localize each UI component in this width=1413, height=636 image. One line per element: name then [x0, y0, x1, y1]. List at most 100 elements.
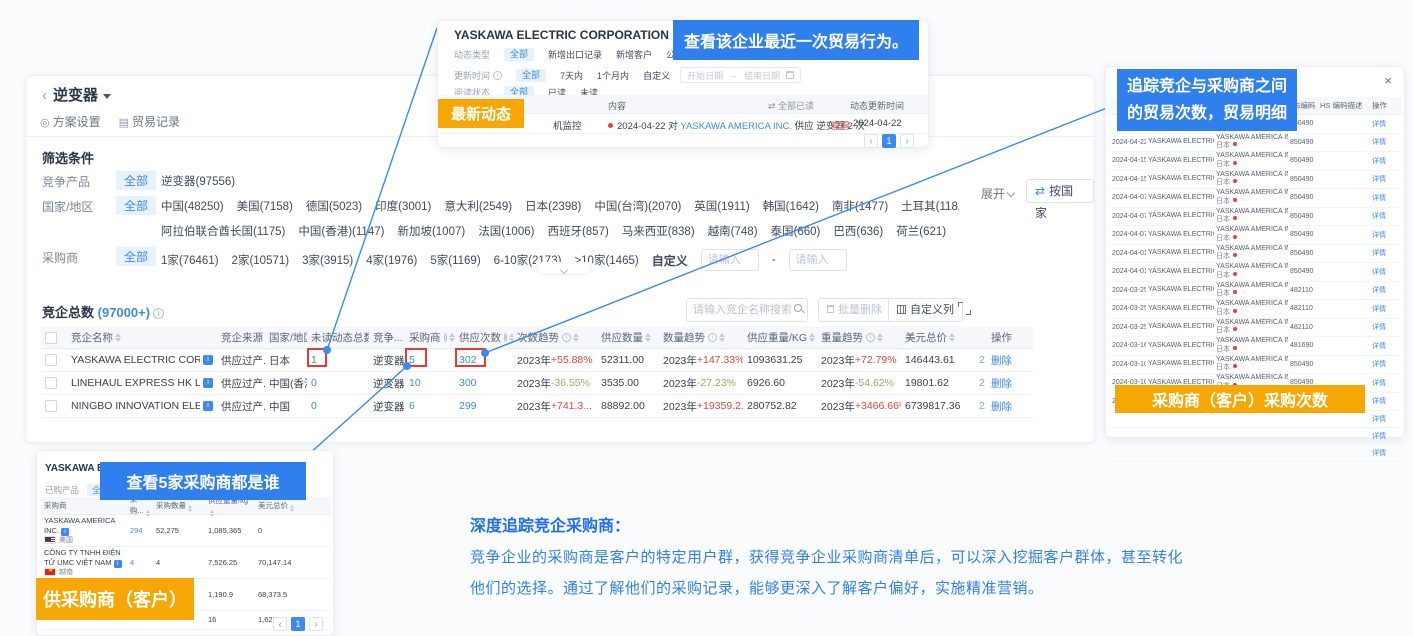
- detail-link[interactable]: 详情: [1372, 398, 1386, 405]
- view-link[interactable]: 查看: [831, 118, 850, 132]
- sort-icon[interactable]: [188, 505, 192, 512]
- exporter-name[interactable]: YASKAWA ELECTRIC CORP...: [1148, 342, 1214, 349]
- country-item[interactable]: 越南(748): [708, 223, 758, 239]
- buyers-value[interactable]: 6: [409, 400, 415, 412]
- country-item[interactable]: 新加坡(1007): [397, 223, 465, 239]
- detail-link[interactable]: 详情: [1372, 324, 1386, 331]
- buyer-count-item[interactable]: 2家(10571): [232, 252, 290, 268]
- detail-link[interactable]: 详情: [1372, 416, 1386, 423]
- detail-link[interactable]: 详情: [1372, 269, 1386, 276]
- detail-link[interactable]: 详情: [1372, 121, 1386, 128]
- prev-page-button[interactable]: ‹: [864, 134, 878, 148]
- row-checkbox[interactable]: [45, 400, 57, 412]
- custom-min-input[interactable]: 请输入: [701, 249, 759, 271]
- product-item[interactable]: 逆变器(97556): [161, 173, 235, 189]
- trade-row[interactable]: 2024-04-07YASKAWA ELECTRIC CORP...iYASKA…: [1110, 189, 1402, 208]
- importer-name[interactable]: YASKAWA AMERICA INC.i: [1216, 319, 1286, 328]
- importer-name[interactable]: YASKAWA AMERICA INC.i: [1216, 189, 1286, 198]
- country-item[interactable]: 韩国(1642): [763, 198, 819, 214]
- country-item[interactable]: 南非(1477): [832, 198, 888, 214]
- sort-icon[interactable]: [645, 333, 651, 342]
- country-item[interactable]: 德国(5023): [306, 198, 362, 214]
- company-detail-icon[interactable]: i: [114, 560, 122, 568]
- detail-link[interactable]: 详情: [1372, 232, 1386, 239]
- sort-icon[interactable]: [290, 505, 294, 512]
- delete-link[interactable]: 删除: [991, 353, 1012, 368]
- country-item[interactable]: 法国(1006): [478, 223, 534, 239]
- exporter-name[interactable]: YASKAWA ELECTRIC CORP...: [1148, 157, 1214, 164]
- buyer-row[interactable]: CÔNG TY TNHH ĐIỆN TỬ UMC VIỆT NAMi越南447,…: [41, 547, 331, 579]
- filter-item[interactable]: 新增出口记录: [548, 48, 602, 61]
- buyer-count-item[interactable]: 3家(3915): [302, 252, 353, 268]
- trade-row[interactable]: 2024-03-16YASKAWA ELECTRIC CORP...iYASKA…: [1110, 337, 1402, 356]
- exporter-name[interactable]: YASKAWA ELECTRIC CORP...: [1148, 360, 1214, 367]
- trade-row[interactable]: 2024-04-01YASKAWA ELECTRIC CORP...iYASKA…: [1110, 245, 1402, 264]
- trade-row[interactable]: 详情: [1110, 411, 1402, 428]
- exporter-name[interactable]: YASKAWA ELECTRIC CORP...: [1148, 323, 1214, 330]
- country-item[interactable]: 西班牙(857): [547, 223, 608, 239]
- all-chip[interactable]: 全部: [504, 48, 534, 61]
- trade-row[interactable]: 2024-04-07YASKAWA ELECTRIC CORP...iYASKA…: [1110, 208, 1402, 227]
- importer-name[interactable]: YASKAWA AMERICA INC.i: [1216, 263, 1286, 272]
- buyer-row[interactable]: YASKAWA AMERICA INC.i美国29452,2751,085,36…: [41, 515, 331, 547]
- custom-max-input[interactable]: 请输入: [789, 249, 847, 271]
- supply-value[interactable]: 299: [459, 400, 477, 412]
- importer-name[interactable]: YASKAWA AMERICA INC.i: [1216, 356, 1286, 365]
- company-detail-icon[interactable]: i: [203, 401, 213, 411]
- country-item[interactable]: 马来西亚(838): [622, 223, 695, 239]
- table-row[interactable]: YASKAWA ELECTRIC CORPORATIOi供应过产...日本1逆变…: [41, 349, 1033, 372]
- next-page-button[interactable]: ›: [900, 134, 914, 148]
- prev-page-button[interactable]: ‹: [273, 617, 287, 631]
- filter-item[interactable]: 7天内: [560, 69, 583, 82]
- country-item[interactable]: 泰国(660): [771, 223, 821, 239]
- country-item[interactable]: 阿拉伯联合酋长国(1175): [161, 223, 285, 239]
- trade-row[interactable]: 2024-04-22YASKAWA ELECTRIC CORP...iYASKA…: [1110, 134, 1402, 153]
- row-checkbox[interactable]: [45, 354, 57, 366]
- trade-row[interactable]: 2024-03-25YASKAWA ELECTRIC CORP...iYASKA…: [1110, 300, 1402, 319]
- country-item[interactable]: 英国(1911): [694, 198, 749, 214]
- buyers-all-chip[interactable]: 全部: [116, 247, 156, 266]
- company-name[interactable]: YASKAWA ELECTRIC CORPORATIO: [71, 354, 200, 366]
- sort-icon[interactable]: [877, 333, 883, 342]
- trade-records-button[interactable]: ▤贸易记录: [119, 113, 180, 130]
- detail-link[interactable]: 详情: [1372, 158, 1386, 165]
- sort-icon[interactable]: [719, 333, 725, 342]
- by-country-button[interactable]: ⇄按国家: [1026, 179, 1094, 203]
- buyer-times[interactable]: 294: [127, 525, 153, 536]
- exporter-name[interactable]: YASKAWA ELECTRIC CORP...: [1148, 175, 1214, 182]
- importer-name[interactable]: YASKAWA AMERICA INC.i: [1216, 152, 1286, 161]
- unread-value[interactable]: 0: [311, 377, 317, 389]
- select-all-checkbox[interactable]: [45, 332, 57, 344]
- back-icon[interactable]: ‹: [42, 87, 47, 104]
- exporter-name[interactable]: YASKAWA ELECTRIC CORP...: [1148, 286, 1214, 293]
- row-checkbox[interactable]: [45, 377, 57, 389]
- table-row[interactable]: NINGBO INNOVATION ELECTRONIi供应过产...中国0逆变…: [41, 395, 1033, 418]
- product-all-chip[interactable]: 全部: [116, 171, 156, 190]
- search-icon[interactable]: [794, 304, 802, 312]
- detail-link[interactable]: 详情: [1372, 287, 1386, 294]
- filter-item[interactable]: 自定义: [643, 69, 670, 82]
- country-all-chip[interactable]: 全部: [116, 196, 156, 215]
- exporter-name[interactable]: YASKAWA ELECTRIC CORP...: [1148, 212, 1214, 219]
- country-item[interactable]: 中国(48250): [161, 198, 224, 214]
- company-detail-icon[interactable]: i: [61, 528, 69, 536]
- trade-row[interactable]: 2024-04-01YASKAWA ELECTRIC CORP...iYASKA…: [1110, 263, 1402, 282]
- batch-delete-button[interactable]: 批量删除: [818, 298, 891, 322]
- trade-row[interactable]: 2024-04-15YASKAWA ELECTRIC CORP...iYASKA…: [1110, 171, 1402, 190]
- importer-name[interactable]: YASKAWA AMERICA INC.i: [1216, 226, 1286, 235]
- country-item[interactable]: 荷兰(621): [896, 223, 946, 239]
- trade-row[interactable]: 2024-04-15YASKAWA ELECTRIC CORP...iYASKA…: [1110, 152, 1402, 171]
- company-link[interactable]: YASKAWA AMERICA INC.: [680, 121, 792, 132]
- buyer-count-item[interactable]: 1家(76461): [161, 252, 219, 268]
- detail-link[interactable]: 详情: [1372, 176, 1386, 183]
- importer-name[interactable]: YASKAWA AMERICA INC.i: [1216, 337, 1286, 346]
- exporter-name[interactable]: YASKAWA ELECTRIC CORP...: [1148, 194, 1214, 201]
- date-range-input[interactable]: 开始日期→结束日期: [680, 67, 801, 83]
- chevron-down-icon[interactable]: [103, 94, 111, 99]
- country-item[interactable]: 中国(台湾)(2070): [594, 198, 681, 214]
- sort-icon[interactable]: [573, 333, 579, 342]
- company-detail-icon[interactable]: i: [203, 355, 213, 365]
- detail-link[interactable]: 详情: [1372, 250, 1386, 257]
- trade-row[interactable]: 2024-04-07YASKAWA ELECTRIC CORP...iYASKA…: [1110, 226, 1402, 245]
- breadcrumb[interactable]: ‹逆变器: [42, 84, 111, 105]
